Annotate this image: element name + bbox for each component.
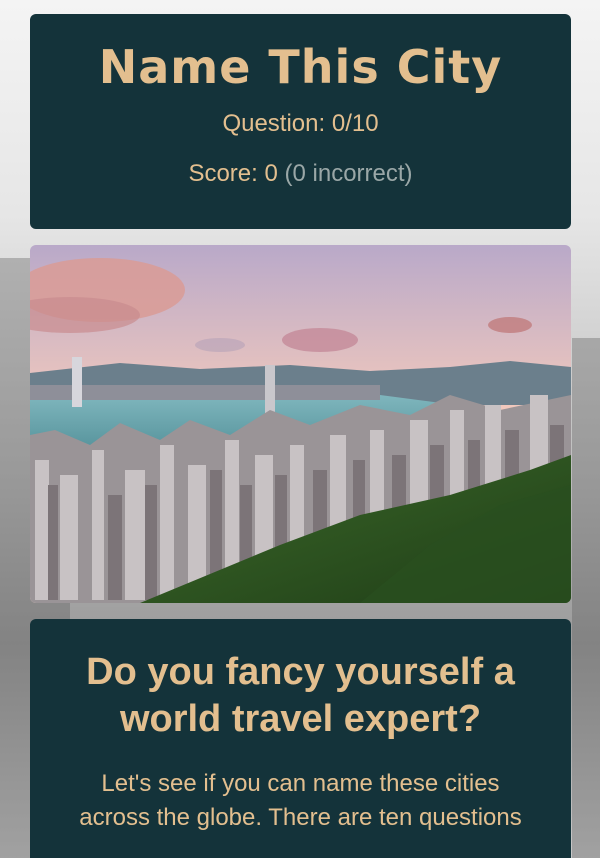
question-label: Question: xyxy=(222,110,326,137)
header-card: Name This City Question: 0/10 Score: 0 (… xyxy=(30,14,571,229)
incorrect-count: (0 incorrect) xyxy=(284,160,413,187)
intro-text: Let's see if you can name these cities a… xyxy=(79,770,522,831)
question-value: 0/10 xyxy=(331,110,379,137)
city-skyline-image xyxy=(30,245,571,603)
city-photo xyxy=(30,245,571,603)
question-counter: Question: 0/10 xyxy=(30,110,571,138)
score-label: Score: xyxy=(188,160,258,187)
intro-card: Do you fancy yourself a world travel exp… xyxy=(30,619,571,858)
page-title: Name This City xyxy=(98,40,503,94)
score-counter: Score: 0 (0 incorrect) xyxy=(30,160,571,188)
intro-heading: Do you fancy yourself a world travel exp… xyxy=(86,651,515,740)
score-value: 0 xyxy=(264,160,278,187)
